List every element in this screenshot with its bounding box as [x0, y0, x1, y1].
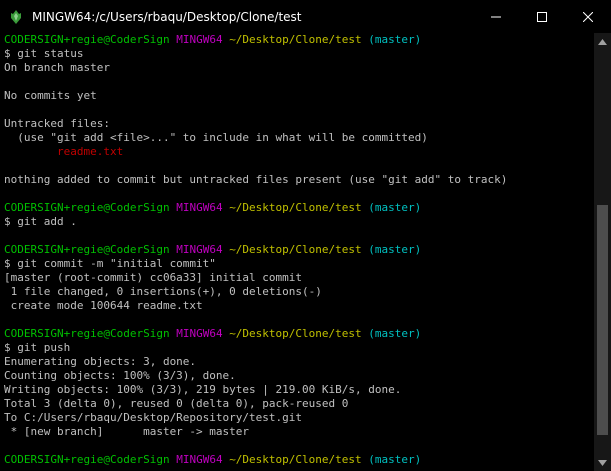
terminal-output[interactable]: CODERSIGN+regie@CoderSign MINGW64 ~/Desk…: [0, 33, 594, 471]
output-line: [master (root-commit) cc06a33] initial c…: [4, 271, 303, 284]
prompt-user: CODERSIGN+regie@CoderSign: [4, 33, 170, 46]
scroll-down-arrow-icon: [598, 459, 607, 466]
command-line: $ git commit -m "initial commit": [4, 257, 216, 270]
output-line: (use "git add <file>..." to include in w…: [4, 131, 428, 144]
title-bar[interactable]: MINGW64:/c/Users/rbaqu/Desktop/Clone/tes…: [0, 0, 611, 33]
prompt-path: ~/Desktop/Clone/test: [229, 243, 362, 256]
prompt-user: CODERSIGN+regie@CoderSign: [4, 453, 170, 466]
output-line: Enumerating objects: 3, done.: [4, 355, 197, 368]
prompt-line: CODERSIGN+regie@CoderSign MINGW64 ~/Desk…: [4, 243, 421, 257]
output-line: Counting objects: 100% (3/3), done.: [4, 369, 236, 382]
minimize-icon: [491, 16, 501, 17]
command-line: $ git add .: [4, 215, 77, 228]
output-line: * [new branch] master -> master: [4, 425, 250, 438]
maximize-icon: [537, 11, 547, 22]
command-line: $ git push: [4, 341, 71, 354]
output-line: nothing added to commit but untracked fi…: [4, 173, 508, 186]
prompt-branch: (master): [368, 453, 422, 466]
scroll-down-button[interactable]: [594, 454, 611, 471]
minimize-button[interactable]: [473, 0, 519, 33]
output-line: On branch master: [4, 61, 110, 74]
mingw-icon: [11, 10, 21, 24]
prompt-system: MINGW64: [176, 243, 223, 256]
output-line: create mode 100644 readme.txt: [4, 299, 203, 312]
prompt-system: MINGW64: [176, 453, 223, 466]
prompt-path: ~/Desktop/Clone/test: [229, 33, 362, 46]
prompt-branch: (master): [368, 327, 422, 340]
output-line: To C:/Users/rbaqu/Desktop/Repository/tes…: [4, 411, 303, 424]
prompt-line: CODERSIGN+regie@CoderSign MINGW64 ~/Desk…: [4, 327, 421, 341]
terminal-window: MINGW64:/c/Users/rbaqu/Desktop/Clone/tes…: [0, 0, 611, 471]
prompt-system: MINGW64: [176, 201, 223, 214]
prompt-branch: (master): [368, 33, 422, 46]
output-line: 1 file changed, 0 insertions(+), 0 delet…: [4, 285, 322, 298]
prompt-system: MINGW64: [176, 33, 223, 46]
prompt-line: CODERSIGN+regie@CoderSign MINGW64 ~/Desk…: [4, 33, 421, 47]
close-icon: [583, 11, 593, 22]
vertical-scrollbar[interactable]: [594, 33, 611, 471]
prompt-line: CODERSIGN+regie@CoderSign MINGW64 ~/Desk…: [4, 201, 421, 215]
scroll-up-arrow-icon: [598, 38, 607, 45]
prompt-user: CODERSIGN+regie@CoderSign: [4, 327, 170, 340]
prompt-path: ~/Desktop/Clone/test: [229, 453, 362, 466]
prompt-system: MINGW64: [176, 327, 223, 340]
window-title: MINGW64:/c/Users/rbaqu/Desktop/Clone/tes…: [32, 10, 302, 24]
output-line: No commits yet: [4, 89, 97, 102]
prompt-line: CODERSIGN+regie@CoderSign MINGW64 ~/Desk…: [4, 453, 421, 467]
scroll-up-button[interactable]: [594, 33, 611, 50]
prompt-user: CODERSIGN+regie@CoderSign: [4, 201, 170, 214]
command-line: $ git status: [4, 47, 84, 60]
output-line: Total 3 (delta 0), reused 0 (delta 0), p…: [4, 397, 349, 410]
output-line: Untracked files:: [4, 117, 110, 130]
scroll-thumb[interactable]: [597, 205, 608, 435]
maximize-button[interactable]: [519, 0, 565, 33]
output-line: Writing objects: 100% (3/3), 219 bytes |…: [4, 383, 402, 396]
untracked-file: readme.txt: [4, 145, 124, 158]
prompt-branch: (master): [368, 201, 422, 214]
prompt-user: CODERSIGN+regie@CoderSign: [4, 243, 170, 256]
prompt-path: ~/Desktop/Clone/test: [229, 201, 362, 214]
prompt-branch: (master): [368, 243, 422, 256]
prompt-path: ~/Desktop/Clone/test: [229, 327, 362, 340]
close-button[interactable]: [565, 0, 611, 33]
